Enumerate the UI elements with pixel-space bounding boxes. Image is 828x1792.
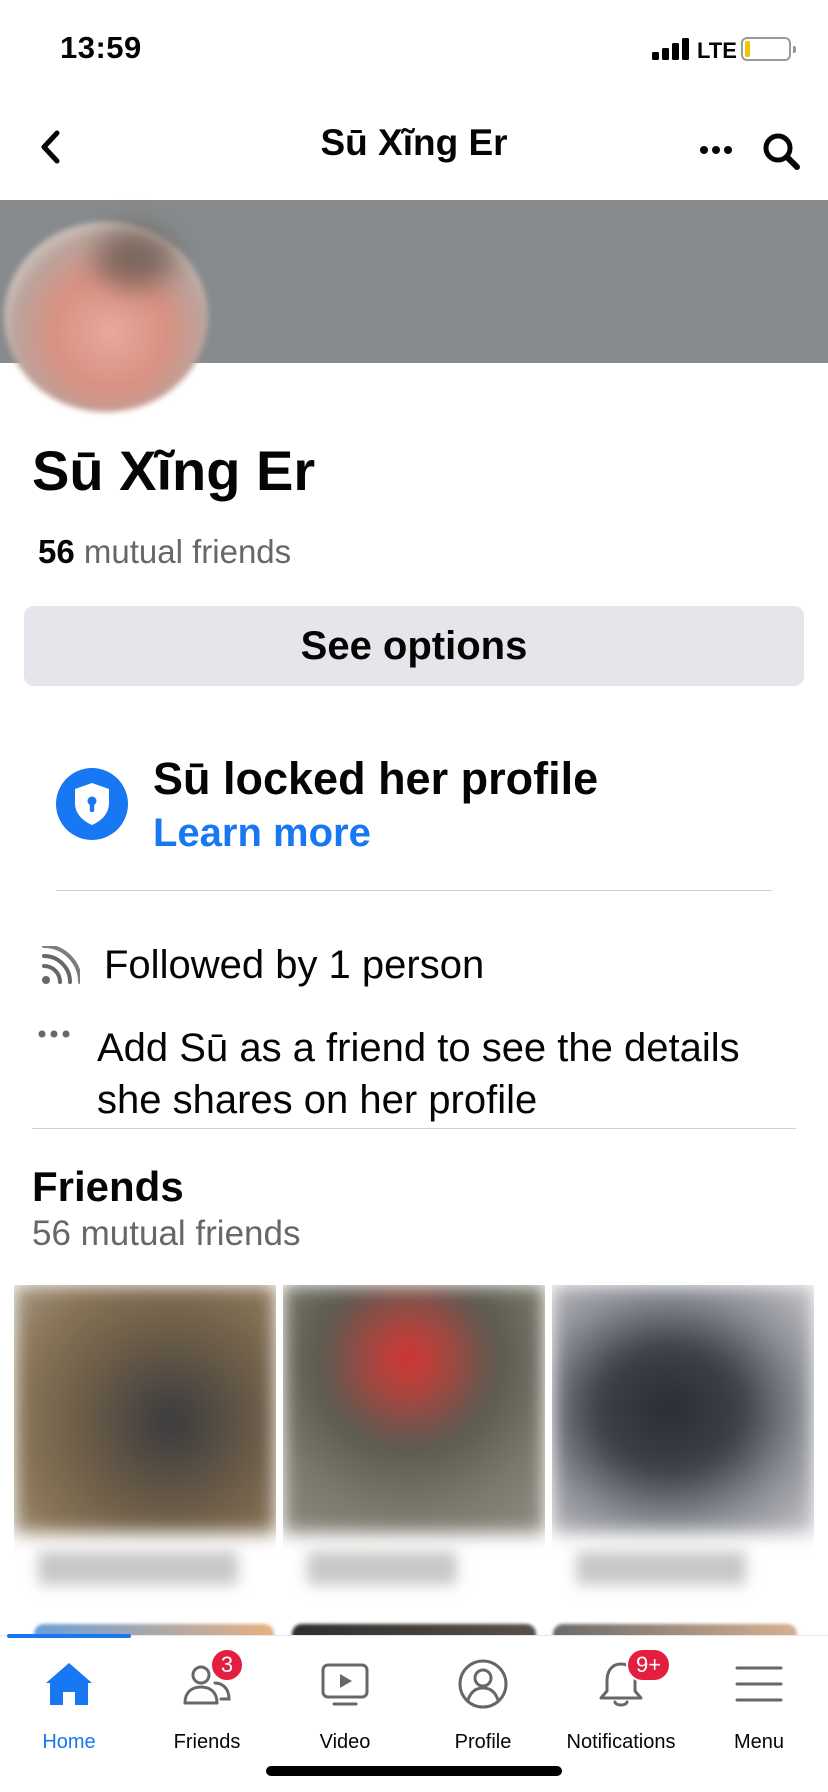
tab-friends[interactable]: 3 Friends — [138, 1648, 276, 1764]
shield-lock-icon — [75, 783, 109, 825]
more-dots-icon — [38, 1030, 70, 1038]
tab-label: Video — [319, 1731, 371, 1753]
tab-label: Notifications — [566, 1731, 676, 1753]
home-icon — [41, 1656, 97, 1712]
notifications-badge: 9+ — [626, 1648, 672, 1682]
tab-profile[interactable]: Profile — [414, 1654, 552, 1764]
active-tab-indicator — [7, 1634, 131, 1638]
menu-icon — [731, 1656, 787, 1712]
more-dots-icon — [700, 146, 732, 154]
followed-by-text: Followed by 1 person — [104, 943, 485, 987]
friend-name-redacted — [38, 1551, 238, 1585]
tab-menu[interactable]: Menu — [690, 1654, 828, 1764]
tab-home[interactable]: Home — [0, 1654, 138, 1764]
search-icon — [763, 133, 800, 170]
tab-notifications[interactable]: 9+ Notifications — [552, 1648, 690, 1764]
divider — [56, 890, 772, 891]
divider — [32, 1128, 796, 1129]
search-button[interactable] — [756, 126, 806, 176]
friend-name-redacted — [576, 1551, 746, 1585]
friends-section-subtitle: 56 mutual friends — [32, 1214, 301, 1253]
add-friend-info-text: Add Sū as a friend to see the details sh… — [97, 1026, 740, 1122]
mutual-count-number: 56 — [38, 533, 75, 570]
tab-label: Menu — [733, 1731, 785, 1753]
more-button[interactable] — [696, 130, 736, 170]
friend-name-redacted — [307, 1551, 457, 1585]
locked-profile-icon — [56, 768, 128, 840]
tab-label: Home — [42, 1731, 96, 1753]
friend-card[interactable] — [552, 1285, 814, 1603]
friend-photo — [552, 1285, 814, 1533]
friend-card[interactable] — [283, 1285, 545, 1603]
mutual-count-suffix: mutual friends — [74, 533, 292, 570]
profile-icon — [455, 1656, 511, 1712]
tab-video[interactable]: Video — [276, 1654, 414, 1764]
nav-bar: Sū Xĩng Er — [0, 100, 828, 200]
home-indicator[interactable] — [266, 1766, 562, 1776]
network-type: LTE — [697, 38, 737, 63]
profile-page: 13:59 LTE Sū Xĩng Er Sū Xĩng Er 56 mutua… — [0, 0, 828, 1792]
video-icon — [317, 1656, 373, 1712]
tab-label: Friends — [173, 1731, 241, 1753]
signal-strength-icon — [652, 38, 690, 60]
friend-card[interactable] — [14, 1285, 276, 1603]
learn-more-link[interactable]: Learn more — [153, 811, 371, 856]
rss-followers-icon — [42, 946, 80, 984]
status-time: 13:59 — [60, 30, 142, 65]
friend-photo — [283, 1285, 545, 1533]
see-options-button[interactable]: See options — [24, 606, 804, 686]
avatar-shading — [95, 228, 175, 288]
locked-profile-title: Sū locked her profile — [153, 753, 599, 804]
status-bar: 13:59 LTE — [0, 0, 828, 100]
profile-name: Sū Xĩng Er — [32, 439, 316, 502]
tab-label: Profile — [454, 1731, 512, 1753]
friends-section-title[interactable]: Friends — [32, 1163, 184, 1211]
friend-photo — [14, 1285, 276, 1533]
friends-badge: 3 — [210, 1648, 244, 1682]
mutual-friends-count[interactable]: 56 mutual friends — [38, 533, 291, 571]
battery-icon — [741, 37, 796, 61]
